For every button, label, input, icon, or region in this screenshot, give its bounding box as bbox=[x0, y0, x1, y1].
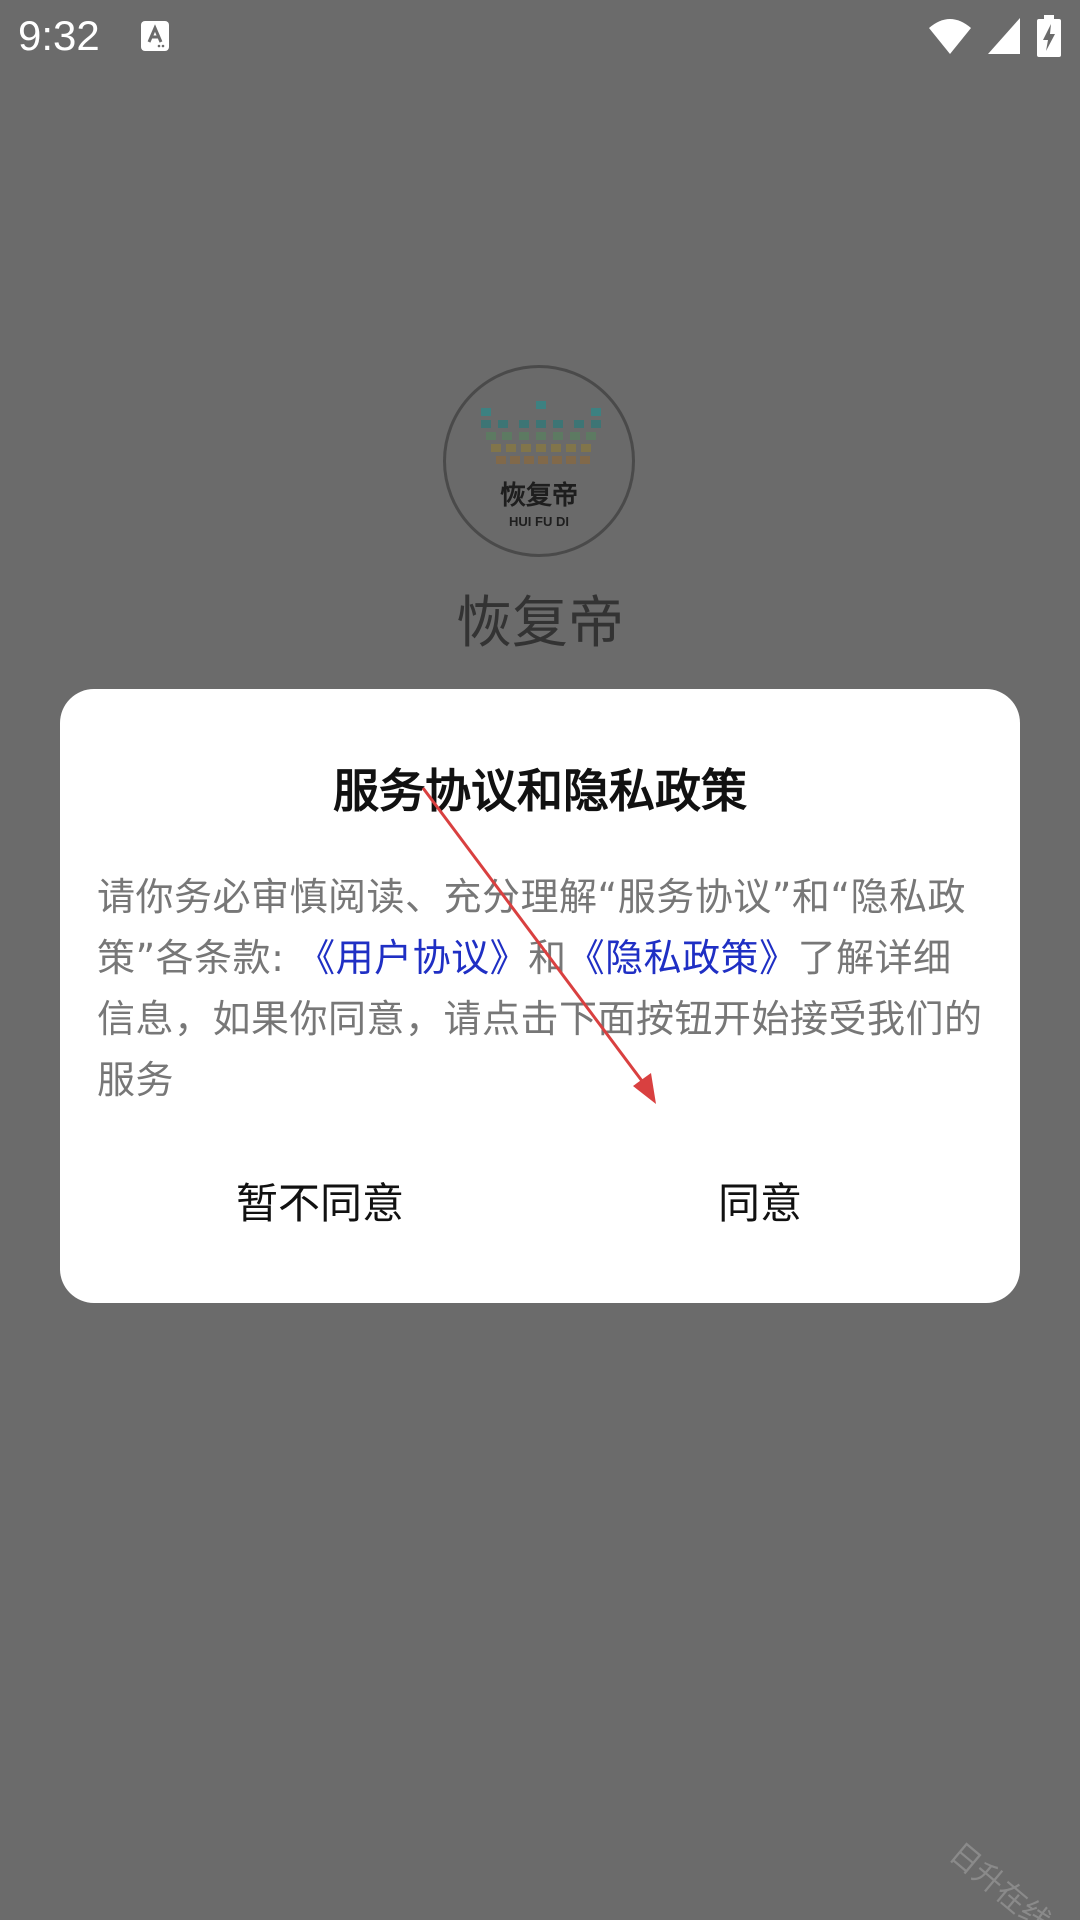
crown-logo-icon: 恢复帝 HUI FU DI bbox=[481, 401, 601, 529]
logo-main-text: 恢复帝 bbox=[500, 480, 578, 511]
signal-icon bbox=[988, 18, 1020, 54]
dialog-title: 服务协议和隐私政策 bbox=[333, 764, 747, 818]
app-name: 恢复帝 bbox=[456, 591, 624, 656]
watermark: 日升在线 bbox=[942, 1836, 1057, 1920]
battery-charging-icon bbox=[1037, 15, 1061, 57]
dialog-body: 请你务必审慎阅读、充分理解“服务协议”和“隐私政策”各条款: 《用户协议》和《隐… bbox=[97, 867, 987, 1111]
disagree-button[interactable]: 暂不同意 bbox=[100, 1150, 540, 1250]
privacy-policy-link[interactable]: 《隐私政策》 bbox=[567, 936, 798, 980]
wifi-icon bbox=[929, 19, 971, 54]
agree-button[interactable]: 同意 bbox=[540, 1150, 980, 1250]
dialog-body-and: 和 bbox=[528, 936, 567, 980]
status-time: 9:32 bbox=[18, 12, 100, 59]
screen: 9:32 恢复帝 HUI FU DI 恢复帝 服务协议和隐私政策 请你务必审慎阅… bbox=[0, 0, 1080, 1920]
app-logo: 恢复帝 HUI FU DI bbox=[443, 365, 635, 557]
user-agreement-link[interactable]: 《用户协议》 bbox=[297, 936, 528, 980]
logo-sub-text: HUI FU DI bbox=[509, 514, 569, 529]
status-icons bbox=[928, 14, 1062, 58]
status-bar: 9:32 bbox=[0, 0, 1080, 72]
text-a-icon bbox=[141, 21, 169, 51]
